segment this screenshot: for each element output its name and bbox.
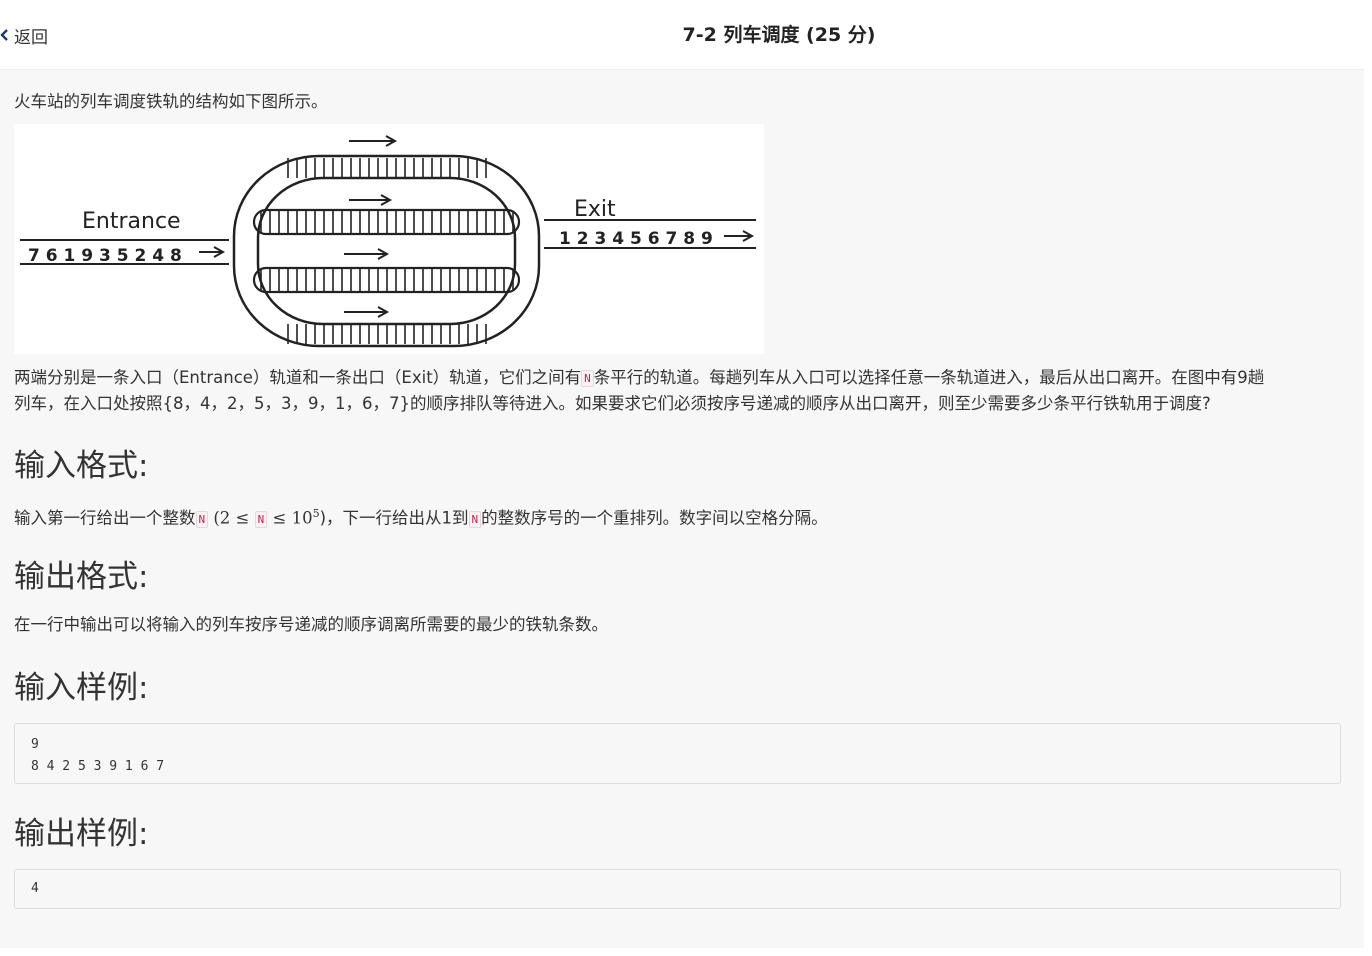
input-format-text: 输入第一行给出一个整数 N (2 ≤ N ≤ 105)，下一行给出从1到 N 的整数序… (14, 501, 828, 532)
math-text: (2 ≤ (208, 508, 255, 528)
page-title: 7-2 列车调度 (25 分) (682, 24, 876, 46)
problem-description: 两端分别是一条入口（Entrance）轨道和一条出口（Exit）轨道，它们之间有… (14, 365, 1354, 417)
var-n: N (581, 370, 594, 387)
sample-line: 9 (31, 737, 39, 752)
var-n: N (254, 510, 268, 528)
sample-line: 8 4 2 5 3 9 1 6 7 (31, 759, 165, 774)
input-text: 的整数序号的一个重排列。数字间以空格分隔。 (481, 508, 828, 528)
sample-output-block[interactable]: 4 (14, 869, 1341, 909)
var-n: N (468, 510, 482, 528)
var-n: N (195, 510, 209, 528)
desc-text: 列车，在入口处按照{8，4，2，5，3，9，1，6，7}的顺序排队等待进入。如果… (14, 394, 1211, 413)
input-text: 输入第一行给出一个整数 (14, 508, 196, 528)
sample-line: 4 (31, 881, 39, 896)
math-exponent: 5 (312, 507, 320, 520)
desc-text: 条平行的轨道。每趟列车从入口可以选择任意一条轨道进入，最后从出口离开。在图中有9… (593, 368, 1265, 387)
entrance-label: Entrance (82, 209, 181, 234)
entrance-sequence: 7 6 1 9 3 5 2 4 8 (28, 246, 182, 266)
scrollbar[interactable] (1364, 0, 1372, 956)
railway-figure: Entrance Exit 7 6 1 9 3 5 2 4 8 1 2 3 4 … (14, 124, 764, 354)
intro-text: 火车站的列车调度铁轨的结构如下图所示。 (14, 92, 328, 111)
input-format-heading: 输入格式: (14, 448, 149, 484)
sample-input-block[interactable]: 9 8 4 2 5 3 9 1 6 7 (14, 723, 1341, 784)
sample-input-heading: 输入样例: (14, 670, 149, 706)
exit-label: Exit (574, 197, 616, 222)
exit-sequence: 1 2 3 4 5 6 7 8 9 (559, 229, 713, 249)
output-format-text: 在一行中输出可以将输入的列车按序号递减的顺序调离所需要的最少的铁轨条数。 (14, 615, 608, 634)
top-bar: 返回 7-2 列车调度 (25 分) (0, 0, 1372, 70)
output-format-heading: 输出格式: (14, 559, 149, 595)
input-text: )，下一行给出从1到 (319, 508, 469, 528)
math-text: ≤ 10 (267, 508, 313, 528)
desc-text: 两端分别是一条入口（Entrance）轨道和一条出口（Exit）轨道，它们之间有 (14, 368, 582, 387)
sample-output-heading: 输出样例: (14, 816, 149, 852)
problem-content: 火车站的列车调度铁轨的结构如下图所示。 Entrance Exit 7 6 1 … (0, 70, 1364, 948)
